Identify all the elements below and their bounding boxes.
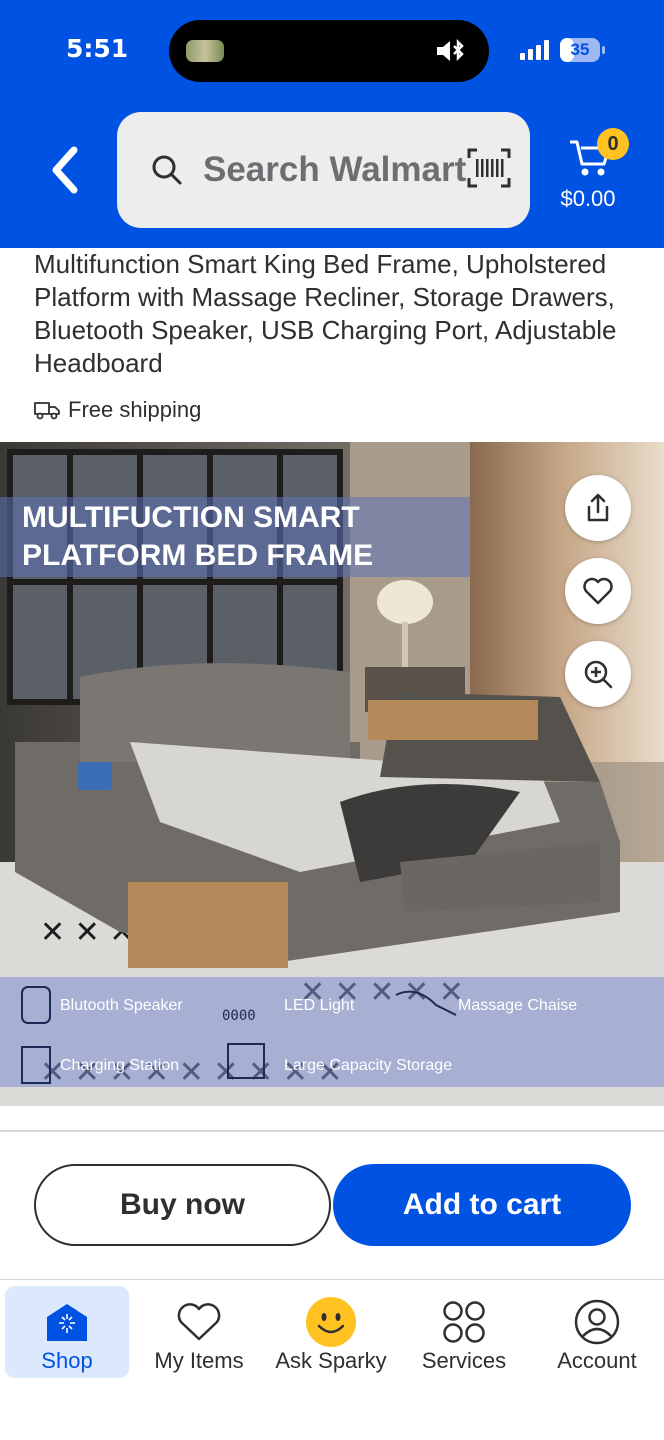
divider: [0, 1130, 664, 1132]
heart-icon: [137, 1298, 261, 1346]
tab-shop[interactable]: Shop: [5, 1286, 129, 1378]
status-time: 5:51: [66, 34, 129, 63]
feature-label: Charging Station: [60, 1057, 179, 1074]
product-image[interactable]: ✕ ✕ ✕ ✕ ✕ ✕ ✕ ✕ ✕ ✕ ✕ ✕ ✕ ✕ ✕ ✕ ✕ ✕ MULT…: [0, 442, 664, 1106]
sparky-icon: [269, 1297, 393, 1347]
cellular-signal-icon: [520, 40, 552, 65]
bottom-tab-bar: Shop My Items Ask Sparky Services Accoun…: [0, 1279, 664, 1440]
tab-label: My Items: [154, 1348, 244, 1373]
battery-percent: 35: [570, 40, 590, 59]
tab-my-items[interactable]: My Items: [137, 1286, 261, 1378]
feature-label: Large Capacity Storage: [284, 1057, 452, 1074]
now-playing-thumbnail: [186, 40, 224, 62]
tab-label: Shop: [41, 1348, 93, 1373]
shop-icon: [5, 1298, 129, 1346]
buy-now-button[interactable]: Buy now: [34, 1164, 331, 1246]
heart-icon: [583, 577, 613, 605]
favorite-button[interactable]: [565, 558, 631, 624]
tab-label: Services: [421, 1348, 507, 1373]
search-input[interactable]: Search Walmart: [203, 150, 473, 190]
cart-total: $0.00: [560, 186, 616, 211]
cart-button[interactable]: 0 $0.00: [552, 128, 632, 218]
share-icon: [587, 493, 609, 522]
image-headline-line1: MULTIFUCTION SMART: [22, 501, 360, 534]
tab-label: Ask Sparky: [275, 1348, 387, 1373]
chevron-left-icon: [52, 146, 78, 194]
tab-account[interactable]: Account: [535, 1286, 659, 1378]
zoom-in-icon: [584, 660, 613, 689]
tab-ask-sparky[interactable]: Ask Sparky: [269, 1286, 393, 1378]
back-button[interactable]: [44, 140, 88, 200]
battery-nub: [602, 46, 605, 54]
svg-text:0000: 0000: [222, 1008, 256, 1024]
tab-services[interactable]: Services: [402, 1286, 526, 1378]
shipping-info: Free shipping: [34, 395, 201, 425]
services-icon: [402, 1298, 526, 1346]
zoom-button[interactable]: [565, 641, 631, 707]
dynamic-island: [169, 20, 489, 82]
truck-icon: [34, 402, 60, 420]
image-headline-line2: PLATFORM BED FRAME: [22, 539, 373, 572]
account-icon: [535, 1298, 659, 1346]
battery-icon: 35: [560, 38, 600, 62]
cart-count-badge: 0: [597, 128, 629, 160]
shipping-label: Free shipping: [68, 397, 202, 422]
feature-label: Blutooth Speaker: [60, 997, 183, 1014]
add-to-cart-button[interactable]: Add to cart: [333, 1164, 631, 1246]
share-button[interactable]: [565, 475, 631, 541]
feature-label: LED Light: [284, 997, 355, 1014]
tab-label: Account: [557, 1348, 637, 1373]
search-icon: [151, 154, 183, 191]
barcode-scanner-icon[interactable]: [467, 148, 511, 193]
feature-label: Massage Chaise: [458, 997, 577, 1014]
product-title: Multifunction Smart King Bed Frame, Upho…: [34, 249, 617, 378]
app-header: 5:51 35 Search Walmart 0 $0.00: [0, 0, 664, 248]
search-bar[interactable]: Search Walmart: [117, 112, 530, 228]
mute-bluetooth-icon: [435, 37, 471, 70]
